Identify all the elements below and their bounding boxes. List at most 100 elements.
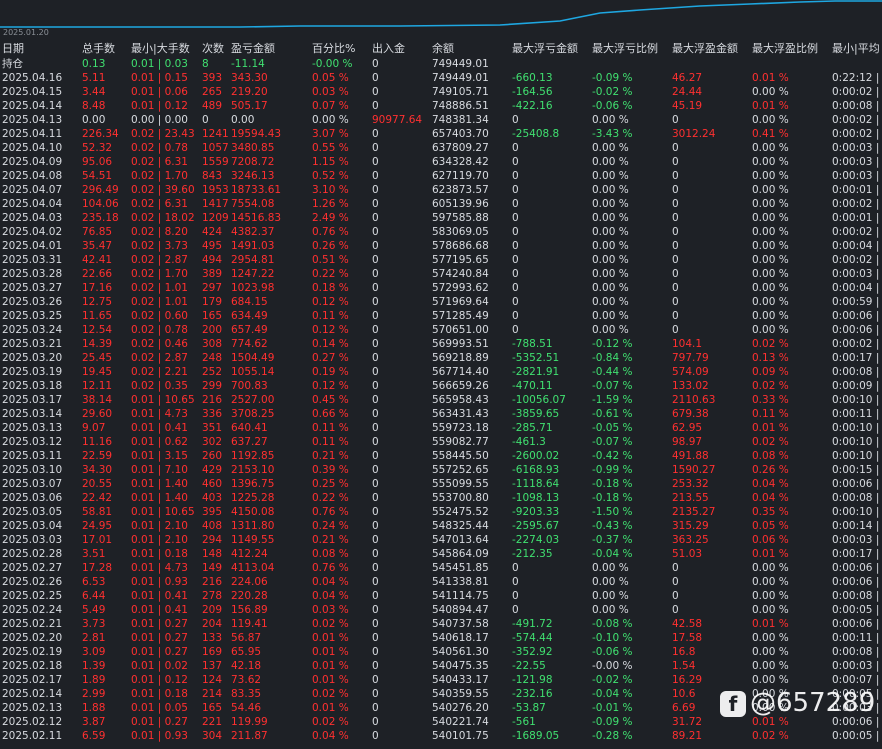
header-count[interactable]: 次数 xyxy=(202,42,230,56)
cell-max-float-loss: -1689.05 xyxy=(512,730,560,742)
table-row[interactable]: 2025.03.11 22.59 0.01 | 3.15 260 1192.85 0.21… xyxy=(0,449,882,463)
table-row[interactable]: 2025.04.07 296.49 0.02 | 39.60 1953 18733.61… xyxy=(0,183,882,197)
table-row[interactable]: 2025.03.18 12.11 0.02 | 0.35 299 700.83 0.12 … xyxy=(0,379,882,393)
header-min-max-lots[interactable]: 最小|大手数 xyxy=(131,42,199,56)
table-row[interactable]: 2025.02.11 6.59 0.01 | 0.93 304 211.87 0.04 %… xyxy=(0,729,882,743)
cell-max-float-loss-pct: 0.00 % xyxy=(592,590,629,602)
cell-total-lots: 3.09 xyxy=(82,646,106,658)
table-row[interactable]: 持仓 0.13 0.01 | 0.03 8 -11.14 -0.00 % 0 749449.0… xyxy=(0,57,882,71)
table-row[interactable]: 2025.03.20 25.45 0.02 | 2.87 248 1504.49 0.27… xyxy=(0,351,882,365)
table-row[interactable]: 2025.03.04 24.95 0.01 | 2.10 408 1311.80 0.24… xyxy=(0,519,882,533)
cell-pnl: 2153.10 xyxy=(231,464,275,476)
table-row[interactable]: 2025.03.17 38.14 0.01 | 10.65 216 2527.00 0.4… xyxy=(0,393,882,407)
table-row[interactable]: 2025.02.20 2.81 0.01 | 0.27 133 56.87 0.01 % 0… xyxy=(0,631,882,645)
table-row[interactable]: 2025.04.15 3.44 0.01 | 0.06 265 219.20 0.03 %… xyxy=(0,85,882,99)
table-row[interactable]: 2025.03.31 42.41 0.02 | 2.87 494 2954.81 0.51… xyxy=(0,253,882,267)
table-row[interactable]: 2025.02.26 6.53 0.01 | 0.93 216 224.06 0.04 %… xyxy=(0,575,882,589)
header-date[interactable]: 日期 xyxy=(2,42,80,56)
table-row[interactable]: 2025.04.09 95.06 0.02 | 6.31 1559 7208.72 1.1… xyxy=(0,155,882,169)
table-row[interactable]: 2025.04.10 52.32 0.02 | 0.78 1057 3480.85 0.5… xyxy=(0,141,882,155)
cell-date: 2025.04.14 xyxy=(2,100,63,112)
cell-balance: 540894.47 xyxy=(432,604,489,616)
table-row[interactable]: 2025.02.27 17.28 0.01 | 4.73 149 4113.04 0.76… xyxy=(0,561,882,575)
table-row[interactable]: 2025.03.12 11.16 0.01 | 0.62 302 637.27 0.11 … xyxy=(0,435,882,449)
header-max-float-profit-pct[interactable]: 最大浮盈比例 xyxy=(752,42,830,56)
cell-deposit: 0 xyxy=(372,408,379,420)
cell-max-float-loss-pct: -0.09 % xyxy=(592,72,633,84)
table-row[interactable]: 2025.04.04 104.06 0.02 | 6.31 1417 7554.08 1.… xyxy=(0,197,882,211)
header-max-float-profit[interactable]: 最大浮盈金额 xyxy=(672,42,750,56)
table-row[interactable]: 2025.03.10 34.30 0.01 | 7.10 429 2153.10 0.39… xyxy=(0,463,882,477)
cell-date: 2025.03.21 xyxy=(2,338,63,350)
cell-date: 2025.02.11 xyxy=(2,730,63,742)
table-row[interactable]: 2025.03.14 29.60 0.01 | 4.73 336 3708.25 0.66… xyxy=(0,407,882,421)
table-row[interactable]: 2025.03.25 11.65 0.02 | 0.60 165 634.49 0.11 … xyxy=(0,309,882,323)
cell-max-float-profit: 0 xyxy=(672,296,679,308)
header-pnl[interactable]: 盈亏金额 xyxy=(231,42,311,56)
header-balance[interactable]: 余额 xyxy=(432,42,510,56)
header-max-float-loss[interactable]: 最大浮亏金额 xyxy=(512,42,590,56)
cell-percent: 0.14 % xyxy=(312,338,349,350)
cell-min-avg-time: 0:00:06 | 2 xyxy=(832,324,882,336)
table-row[interactable]: 2025.02.28 3.51 0.01 | 0.18 148 412.24 0.08 %… xyxy=(0,547,882,561)
cell-total-lots: 54.51 xyxy=(82,170,113,182)
table-row[interactable]: 2025.04.03 235.18 0.02 | 18.02 1209 14516.83… xyxy=(0,211,882,225)
cell-max-float-loss: -660.13 xyxy=(512,72,553,84)
cell-total-lots: 5.49 xyxy=(82,604,106,616)
table-row[interactable]: 2025.02.17 1.89 0.01 | 0.12 124 73.62 0.01 % 0… xyxy=(0,673,882,687)
cell-min-avg-time: 0:22:12 | 0 xyxy=(832,72,882,84)
cell-date: 2025.02.28 xyxy=(2,548,63,560)
daily-stats-table: 日期 总手数 最小|大手数 次数 盈亏金额 百分比% 出入金 余额 最大浮亏金额 最大浮亏比例 最大… xyxy=(0,42,882,743)
cell-percent: -0.00 % xyxy=(312,58,353,70)
table-row[interactable]: 2025.03.07 20.55 0.01 | 1.40 460 1396.75 0.25… xyxy=(0,477,882,491)
header-max-float-loss-pct[interactable]: 最大浮亏比例 xyxy=(592,42,670,56)
cell-min-max-lots: 0.01 | 0.41 xyxy=(131,422,188,434)
cell-max-float-loss-pct: 0.00 % xyxy=(592,198,629,210)
cell-min-max-lots: 0.02 | 0.46 xyxy=(131,338,188,350)
table-row[interactable]: 2025.02.18 1.39 0.01 | 0.02 137 42.18 0.01 % 0… xyxy=(0,659,882,673)
cell-count: 408 xyxy=(202,520,223,532)
table-row[interactable]: 2025.03.05 58.81 0.01 | 10.65 395 4150.08 0.7… xyxy=(0,505,882,519)
cell-date: 2025.03.18 xyxy=(2,380,63,392)
cell-max-float-loss-pct: -0.10 % xyxy=(592,632,633,644)
cell-min-max-lots: 0.02 | 2.87 xyxy=(131,352,188,364)
table-row[interactable]: 2025.03.06 22.42 0.01 | 1.40 403 1225.28 0.22… xyxy=(0,491,882,505)
table-row[interactable]: 2025.03.26 12.75 0.02 | 1.01 179 684.15 0.12 … xyxy=(0,295,882,309)
cell-deposit: 0 xyxy=(372,156,379,168)
table-row[interactable]: 2025.02.24 5.49 0.01 | 0.41 209 156.89 0.03 %… xyxy=(0,603,882,617)
header-deposit[interactable]: 出入金 xyxy=(372,42,430,56)
table-row[interactable]: 2025.04.11 226.34 0.02 | 23.43 1241 19594.43… xyxy=(0,127,882,141)
table-row[interactable]: 2025.03.27 17.16 0.02 | 1.01 297 1023.98 0.18… xyxy=(0,281,882,295)
table-row[interactable]: 2025.03.13 9.07 0.01 | 0.41 351 640.41 0.11 %… xyxy=(0,421,882,435)
cell-deposit: 0 xyxy=(372,450,379,462)
cell-deposit: 0 xyxy=(372,660,379,672)
table-row[interactable]: 2025.04.13 0.00 0.00 | 0.00 0 0.00 0.00 % 9097… xyxy=(0,113,882,127)
table-row[interactable]: 2025.02.19 3.09 0.01 | 0.27 169 65.95 0.01 % 0… xyxy=(0,645,882,659)
table-row[interactable]: 2025.02.25 6.44 0.01 | 0.41 278 220.28 0.04 %… xyxy=(0,589,882,603)
table-row[interactable]: 2025.03.19 19.45 0.02 | 2.21 252 1055.14 0.19… xyxy=(0,365,882,379)
cell-pnl: 1491.03 xyxy=(231,240,275,252)
table-row[interactable]: 2025.03.21 14.39 0.02 | 0.46 308 774.62 0.14 … xyxy=(0,337,882,351)
cell-total-lots: 6.53 xyxy=(82,576,106,588)
table-row[interactable]: 2025.04.02 76.85 0.02 | 8.20 424 4382.37 0.76… xyxy=(0,225,882,239)
header-total-lots[interactable]: 总手数 xyxy=(82,42,130,56)
cell-total-lots: 6.44 xyxy=(82,590,106,602)
table-row[interactable]: 2025.03.28 22.66 0.02 | 1.70 389 1247.22 0.22… xyxy=(0,267,882,281)
cell-max-float-profit-pct: 0.00 % xyxy=(752,184,789,196)
cell-max-float-profit-pct: 0.05 % xyxy=(752,520,789,532)
cell-max-float-profit-pct: 0.00 % xyxy=(752,268,789,280)
cell-date: 2025.04.13 xyxy=(2,114,63,126)
header-min-avg-time[interactable]: 最小|平均 xyxy=(832,42,882,56)
cell-pnl: 7208.72 xyxy=(231,156,275,168)
table-row[interactable]: 2025.04.16 5.11 0.01 | 0.15 393 343.30 0.05 %… xyxy=(0,71,882,85)
cell-max-float-profit: 797.79 xyxy=(672,352,709,364)
table-row[interactable]: 2025.04.01 35.47 0.02 | 3.73 495 1491.03 0.26… xyxy=(0,239,882,253)
table-row[interactable]: 2025.04.08 54.51 0.02 | 1.70 843 3246.13 0.52… xyxy=(0,169,882,183)
table-row[interactable]: 2025.03.03 17.01 0.01 | 2.10 294 1149.55 0.21… xyxy=(0,533,882,547)
cell-pnl: 156.89 xyxy=(231,604,268,616)
table-row[interactable]: 2025.02.21 3.73 0.01 | 0.27 204 119.41 0.02 %… xyxy=(0,617,882,631)
table-row[interactable]: 2025.03.24 12.54 0.02 | 0.78 200 657.49 0.12 … xyxy=(0,323,882,337)
table-row[interactable]: 2025.04.14 8.48 0.01 | 0.12 489 505.17 0.07 %… xyxy=(0,99,882,113)
header-percent[interactable]: 百分比% xyxy=(312,42,370,56)
cell-min-max-lots: 0.01 | 0.27 xyxy=(131,716,188,728)
